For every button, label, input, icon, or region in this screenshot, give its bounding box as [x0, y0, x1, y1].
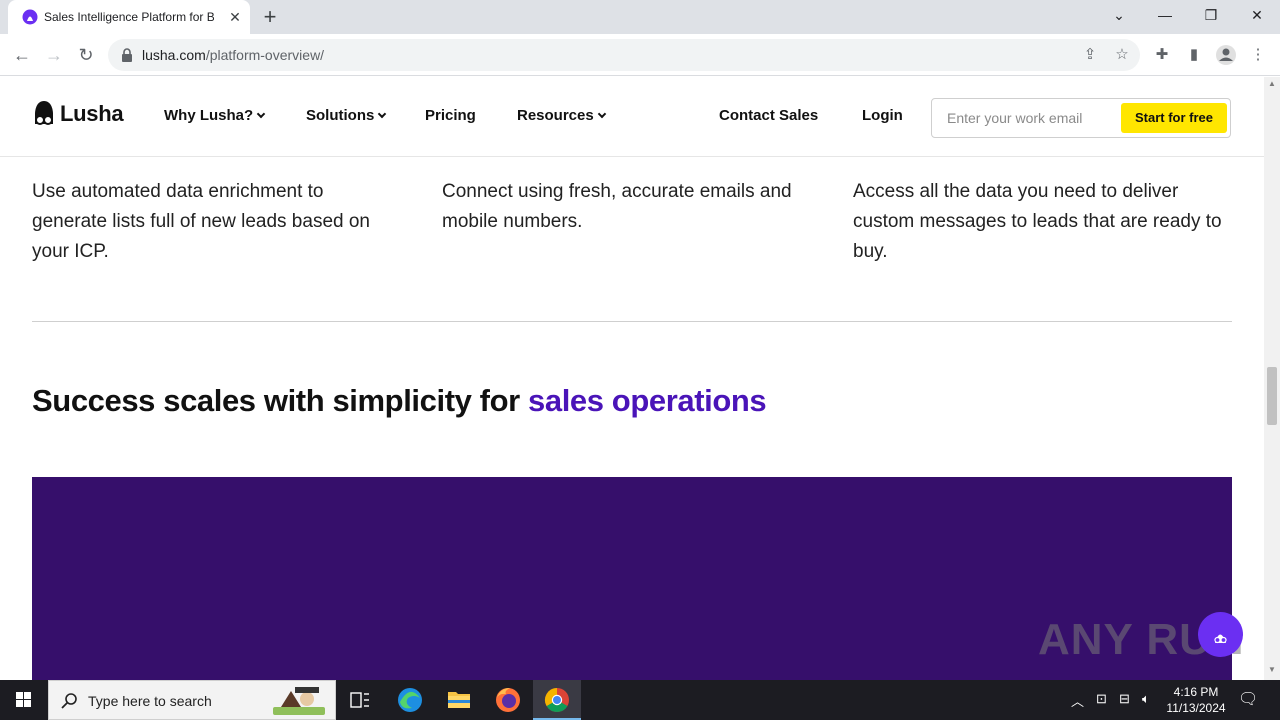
page-scrollbar[interactable]: ▲ ▼ [1264, 77, 1280, 680]
network-icon[interactable]: ⊟ [1119, 691, 1130, 707]
search-icon [61, 693, 77, 709]
chrome-icon[interactable] [533, 680, 581, 720]
side-panel-icon[interactable]: ▮ [1182, 43, 1206, 67]
file-explorer-icon[interactable] [435, 680, 483, 720]
lusha-favicon-icon [22, 9, 38, 25]
section-heading: Success scales with simplicity for sales… [32, 383, 767, 419]
nav-solutions[interactable]: Solutions [306, 107, 387, 124]
windows-start-button[interactable] [0, 680, 48, 720]
nav-resources[interactable]: Resources [517, 107, 606, 124]
chevron-down-icon [256, 109, 266, 119]
bookmark-star-icon[interactable]: ☆ [1112, 45, 1132, 65]
chevron-down-icon [378, 109, 387, 119]
nav-solutions-label: Solutions [306, 107, 375, 124]
start-for-free-button[interactable]: Start for free [1121, 103, 1227, 133]
scroll-up-icon[interactable]: ▲ [1268, 79, 1276, 88]
firefox-icon[interactable] [484, 680, 532, 720]
browser-toolbar: ← → ↻ lusha.com/platform-overview/ ⇪ ☆ ✚… [0, 34, 1280, 76]
minimize-icon[interactable]: — [1142, 0, 1188, 32]
extensions-icon[interactable]: ✚ [1150, 43, 1174, 67]
task-view-icon[interactable] [336, 680, 384, 720]
notifications-icon[interactable]: 🗨︎ [1238, 689, 1258, 709]
chat-icon [1214, 634, 1227, 644]
forward-icon[interactable]: → [41, 42, 67, 68]
tab-search-icon[interactable]: ⌄ [1096, 0, 1142, 32]
url-path: /platform-overview/ [205, 47, 325, 63]
chevron-down-icon [597, 109, 606, 119]
feature-text-prospecting: Use automated data enrichment to generat… [32, 181, 370, 262]
nav-pricing[interactable]: Pricing [425, 107, 476, 124]
feature-text-connect: Connect using fresh, accurate emails and… [442, 181, 792, 232]
feature-text-personalize: Access all the data you need to deliver … [853, 181, 1222, 262]
windows-logo-icon [16, 692, 31, 707]
scroll-thumb[interactable] [1267, 367, 1277, 425]
tray-device-icon[interactable]: ⊡ [1096, 691, 1107, 707]
windows-taskbar: Type here to search ︿ ⊡ ⊟ 🔈︎ 4:16 PM 11/… [0, 680, 1280, 720]
restore-icon[interactable]: ❐ [1188, 0, 1234, 32]
site-header: Lusha Why Lusha? Solutions Pricing Resou… [0, 77, 1264, 157]
nav-why-lusha[interactable]: Why Lusha? [164, 107, 266, 124]
heading-accent: sales operations [528, 383, 767, 418]
url-host: lusha.com [142, 47, 206, 63]
tab-title: Sales Intelligence Platform for B2 [44, 10, 214, 24]
lusha-logo-icon [35, 101, 53, 125]
url-text: lusha.com/platform-overview/ [142, 47, 324, 63]
nav-contact-sales[interactable]: Contact Sales [719, 107, 818, 124]
share-icon[interactable]: ⇪ [1080, 45, 1100, 65]
back-icon[interactable]: ← [9, 42, 35, 68]
search-highlight-image-icon [273, 687, 325, 715]
browser-tab[interactable]: Sales Intelligence Platform for B2 ✕ [8, 0, 250, 34]
clock-date: 11/13/2024 [1166, 701, 1226, 715]
profile-icon[interactable] [1214, 43, 1238, 67]
volume-icon[interactable]: 🔈︎ [1142, 691, 1150, 707]
lock-icon [122, 48, 132, 62]
lusha-logo[interactable]: Lusha [32, 99, 124, 129]
section-divider [32, 321, 1232, 322]
work-email-input[interactable] [934, 101, 1114, 135]
chat-widget-button[interactable] [1198, 612, 1243, 657]
close-window-icon[interactable]: ✕ [1234, 0, 1280, 32]
nav-why-label: Why Lusha? [164, 107, 254, 124]
nav-resources-label: Resources [517, 107, 594, 124]
page-viewport: Lusha Why Lusha? Solutions Pricing Resou… [0, 77, 1264, 680]
logo-text: Lusha [60, 101, 124, 126]
scroll-down-icon[interactable]: ▼ [1268, 665, 1276, 674]
browser-tab-strip: Sales Intelligence Platform for B2 ✕ + ⌄… [0, 0, 1280, 34]
search-placeholder: Type here to search [88, 693, 212, 709]
signup-form: Start for free [931, 98, 1231, 138]
address-bar[interactable]: lusha.com/platform-overview/ ⇪ ☆ [108, 39, 1140, 71]
new-tab-icon[interactable]: + [258, 5, 282, 29]
tab-close-icon[interactable]: ✕ [226, 8, 244, 26]
taskbar-clock[interactable]: 4:16 PM 11/13/2024 [1160, 684, 1232, 716]
heading-main: Success scales with simplicity for [32, 383, 529, 418]
menu-kebab-icon[interactable]: ⋮ [1246, 43, 1270, 67]
reload-icon[interactable]: ↻ [73, 42, 99, 68]
clock-time: 4:16 PM [1173, 685, 1219, 699]
edge-icon[interactable] [386, 680, 434, 720]
nav-login[interactable]: Login [862, 107, 903, 124]
taskbar-search-box[interactable]: Type here to search [48, 680, 336, 720]
tray-chevron-up-icon[interactable]: ︿ [1071, 691, 1084, 710]
